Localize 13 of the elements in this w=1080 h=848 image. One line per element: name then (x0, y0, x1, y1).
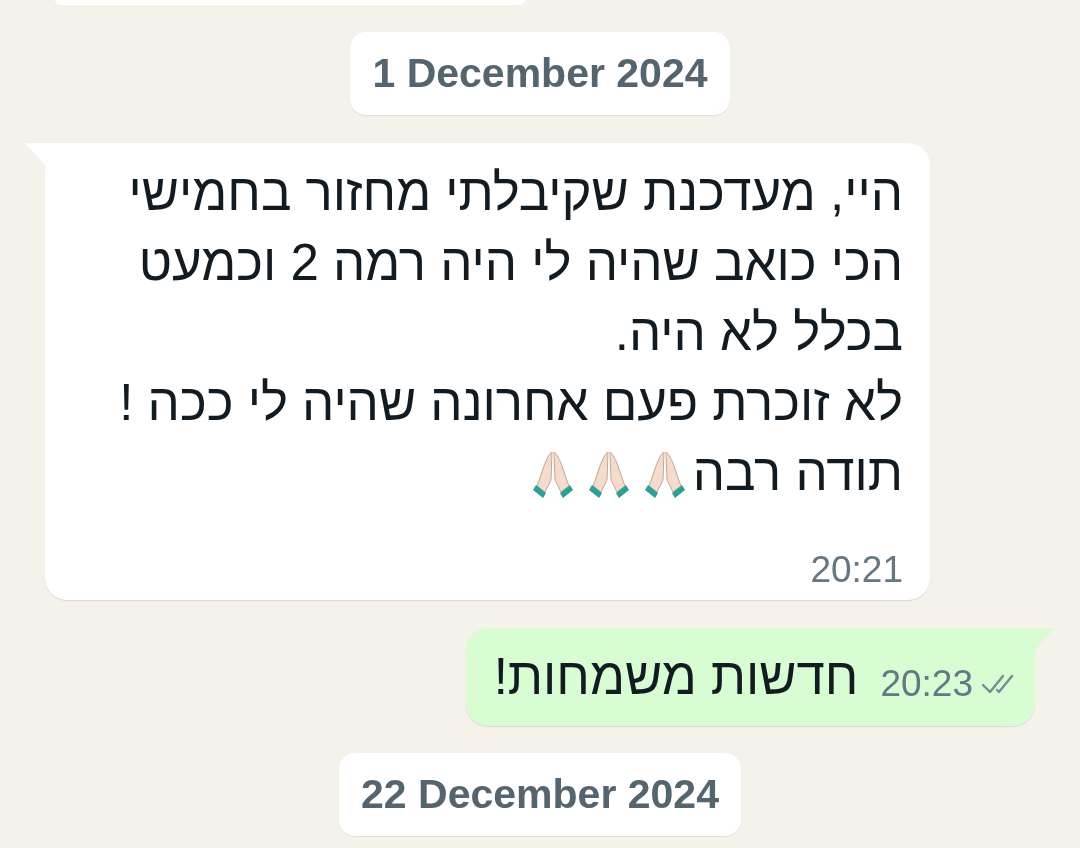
message-text: חדשות משמחות! (493, 648, 859, 705)
praying-hands-icon (586, 448, 631, 500)
date-separator: 1 December 2024 (350, 32, 730, 115)
message-text: היי, מעדכנת שקיבלתי מחזור בחמישי (128, 164, 903, 221)
praying-hands-icon (642, 448, 687, 500)
message-time: 20:23 (880, 664, 973, 704)
message-time: 20:21 (810, 550, 903, 590)
message-text: לא זוכרת פעם אחרונה שהיה לי ככה ! (119, 374, 903, 431)
date-separator: 22 December 2024 (339, 753, 741, 836)
message-text: תודה רבה (692, 444, 903, 501)
message-text: בכלל לא היה. (614, 304, 903, 361)
praying-hands-icon (530, 448, 575, 500)
message-text: הכי כואב שהיה לי היה רמה 2 וכמעט (138, 234, 903, 291)
